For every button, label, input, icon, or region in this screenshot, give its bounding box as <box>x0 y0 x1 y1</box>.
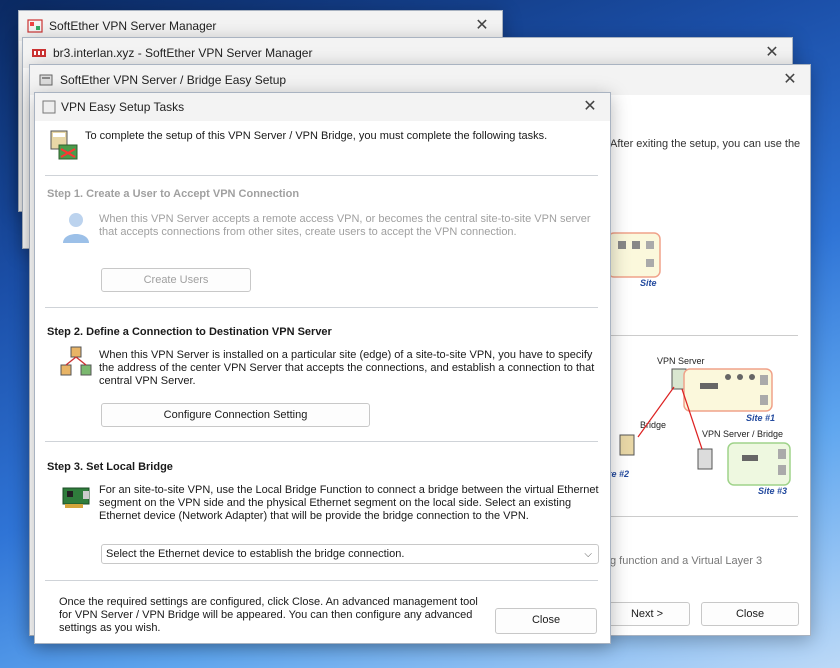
step1-text: When this VPN Server accepts a remote ac… <box>99 213 591 238</box>
separator-3 <box>45 441 598 442</box>
network-adapter-icon <box>62 487 90 508</box>
chevron-down-icon: ⌵ <box>584 549 592 560</box>
diagram-site1-label: Site #1 <box>746 413 775 423</box>
server-icon <box>32 49 46 57</box>
easy-setup-tasks-dialog: VPN Easy Setup Tasks ✕ To complete the s… <box>34 92 611 644</box>
diagram-separator-2 <box>610 516 798 517</box>
footer-text: Once the required settings are configure… <box>59 596 478 634</box>
user-icon <box>63 213 89 243</box>
create-users-button[interactable]: Create Users <box>101 268 251 292</box>
diagram-site-label: Site <box>640 278 657 288</box>
diagram-vpn-server-bridge-label: VPN Server / Bridge <box>702 429 783 439</box>
tasks-icon <box>42 100 56 114</box>
easy-setup-title: SoftEther VPN Server / Bridge Easy Setup <box>60 73 287 87</box>
separator-2 <box>45 307 598 308</box>
step1-heading: Step 1. Create a User to Accept VPN Conn… <box>47 188 300 200</box>
step2-heading: Step 2. Define a Connection to Destinati… <box>47 326 332 338</box>
easy-setup-titlebar[interactable]: SoftEther VPN Server / Bridge Easy Setup… <box>30 65 810 95</box>
step3-text: For an site-to-site VPN, use the Local B… <box>99 484 599 522</box>
manager-close-icon[interactable]: ✕ <box>472 16 492 36</box>
easy-setup-right-text: After exiting the setup, you can use the <box>610 138 801 150</box>
diagram-vpn-server-label: VPN Server <box>657 356 705 366</box>
ethernet-device-select[interactable]: Select the Ethernet device to establish … <box>101 544 599 564</box>
server-manager-title: br3.interlan.xyz - SoftEther VPN Server … <box>53 46 313 60</box>
step2-text: When this VPN Server is installed on a p… <box>99 349 595 387</box>
manager-title: SoftEther VPN Server Manager <box>49 19 217 33</box>
dialog-close-icon[interactable]: ✕ <box>580 97 600 117</box>
cascade-connection-icon <box>60 346 92 376</box>
next-button[interactable]: Next > <box>604 602 690 626</box>
configure-connection-button[interactable]: Configure Connection Setting <box>101 403 370 427</box>
easy-setup-close-icon[interactable]: ✕ <box>780 70 800 90</box>
dialog-titlebar[interactable]: VPN Easy Setup Tasks ✕ <box>35 93 610 121</box>
separator-4 <box>45 580 598 581</box>
site-to-site-diagram: Site VPN Server Site #1 Bridge ite #2 VP… <box>606 232 791 496</box>
diagram-site3-label: Site #3 <box>758 486 787 496</box>
setup-icon <box>39 74 53 86</box>
setup-package-icon <box>50 130 78 160</box>
softether-app-icon <box>27 19 43 33</box>
server-manager-close-icon[interactable]: ✕ <box>762 43 782 63</box>
separator-1 <box>45 175 598 176</box>
dialog-intro: To complete the setup of this VPN Server… <box>85 130 548 142</box>
step3-heading: Step 3. Set Local Bridge <box>47 461 173 473</box>
ethernet-device-select-value: Select the Ethernet device to establish … <box>106 548 405 560</box>
easy-setup-close-button[interactable]: Close <box>701 602 799 626</box>
dialog-title: VPN Easy Setup Tasks <box>61 100 185 114</box>
dialog-close-button[interactable]: Close <box>495 608 597 634</box>
easy-setup-bottom-text: g function and a Virtual Layer 3 <box>610 555 763 567</box>
